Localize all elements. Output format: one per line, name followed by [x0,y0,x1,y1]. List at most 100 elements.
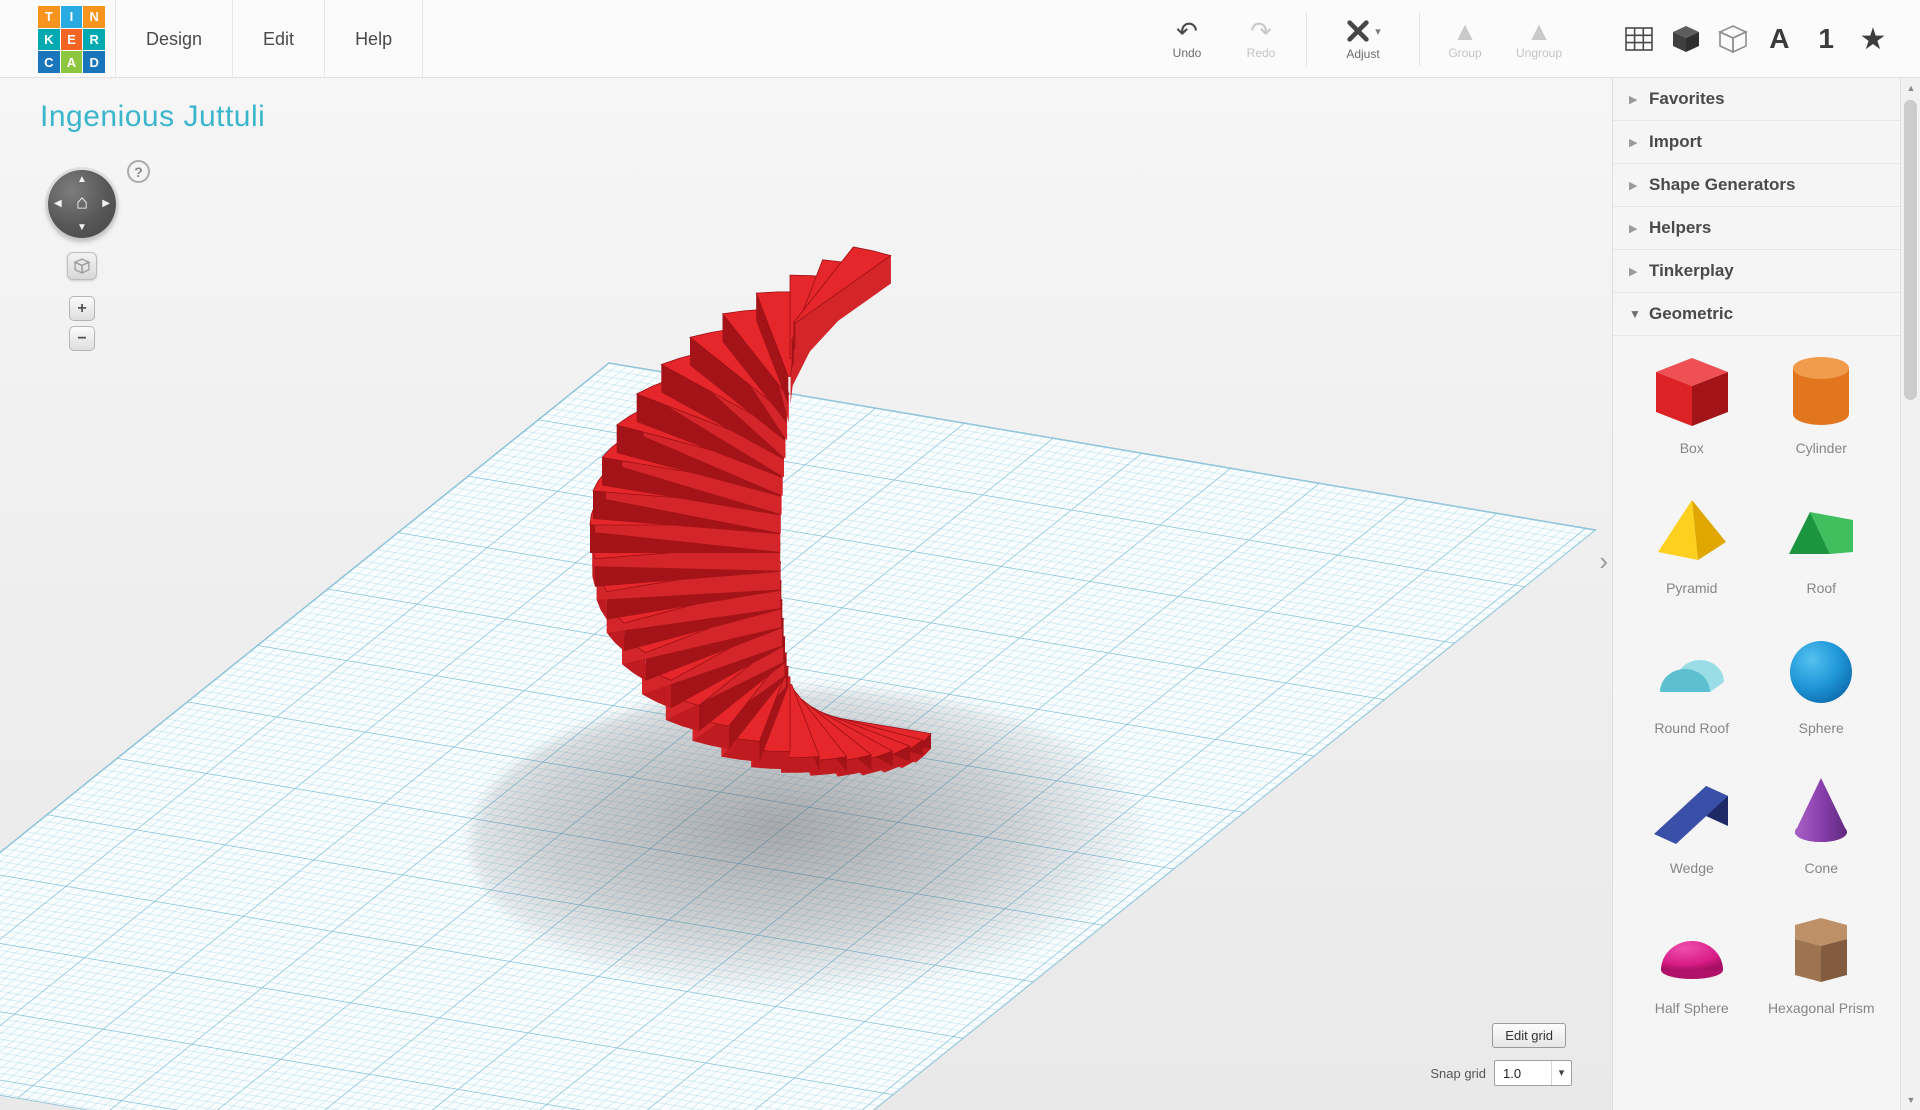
logo-tile: E [60,28,83,51]
rotate-left-icon[interactable]: ◀ [54,199,62,209]
view-cube-icon [74,258,90,274]
shape-wedge[interactable]: Wedge [1627,770,1757,876]
shape-pyramid[interactable]: Pyramid [1627,490,1757,596]
shape-label: Round Roof [1654,720,1730,736]
adjust-button[interactable]: ▾ Adjust [1315,0,1411,78]
cone-icon [1795,778,1848,842]
scroll-up-icon[interactable]: ▲ [1901,78,1920,98]
zoom-in-button[interactable]: + [69,296,95,321]
adjust-label: Adjust [1346,47,1380,61]
logo-tile: C [38,51,60,73]
group-icon: ▲ [1452,16,1478,46]
wedge-icon [1653,786,1728,844]
round-roof-icon [1659,660,1724,692]
ungroup-icon: ▲ [1526,16,1552,46]
group-button[interactable]: ▲ Group [1428,0,1502,78]
shape-roof[interactable]: Roof [1757,490,1887,596]
sidebar-collapse-handle[interactable]: › [1599,546,1608,577]
menu-design[interactable]: Design [116,0,234,78]
chevron-right-icon: ▶ [1629,265,1638,278]
rotate-right-icon[interactable]: ▶ [102,199,110,209]
shape-cylinder[interactable]: Cylinder [1757,350,1887,456]
group-label: Group [1448,46,1482,60]
logo-tile: D [83,51,105,73]
tinkercad-logo[interactable]: T I N K E R C A D [38,6,105,73]
adjust-dropdown-caret-icon: ▾ [1375,25,1381,38]
shape-cone[interactable]: Cone [1757,770,1887,876]
design-title: Ingenious Juttuli [40,100,266,133]
chevron-down-icon: ▼ [1629,307,1641,321]
sphere-icon [1790,641,1853,703]
sidebar-section-import[interactable]: ▶ Import [1613,121,1900,164]
snap-grid-select[interactable]: 1.0 ▾ [1494,1060,1572,1086]
chevron-right-icon: ▶ [1629,136,1638,149]
view-navigation-ball[interactable]: ▲ ▼ ◀ ▶ ⌂ [48,170,116,238]
dropdown-caret-icon: ▾ [1551,1061,1571,1085]
shape-hexagonal-prism[interactable]: Hexagonal Prism [1757,910,1887,1016]
tinkercad-app: T I N K E R C A D Design Edit Help ↶ Und… [0,0,1920,1110]
wireframe-view-cube-icon[interactable] [1714,19,1752,59]
shape-label: Pyramid [1666,580,1718,596]
menu-edit[interactable]: Edit [233,0,326,78]
sidebar-section-favorites[interactable]: ▶ Favorites [1613,78,1900,121]
shape-label: Half Sphere [1654,1000,1729,1016]
redo-button[interactable]: ↷ Redo [1224,0,1298,78]
number-icon[interactable]: 1 [1807,19,1845,59]
logo-tile: K [38,28,60,51]
solid-view-cube-icon[interactable] [1667,19,1705,59]
roof-icon [1789,512,1854,554]
shapes-sidebar: ▶ Favorites ▶ Import ▶ Shape Generators … [1612,78,1900,1110]
toolbar-separator [1306,12,1307,66]
shape-round-roof[interactable]: Round Roof [1627,630,1757,736]
favorites-star-icon[interactable]: ★ [1854,19,1892,59]
shape-label: Cylinder [1795,440,1847,456]
sidebar-section-geometric[interactable]: ▼ Geometric [1613,293,1900,336]
geometric-shapes-grid: Box Cylinder Pyramid Roof Round Roof Sph… [1613,336,1900,1016]
undo-label: Undo [1172,46,1202,60]
logo-tile: T [38,6,60,28]
shape-label: Box [1679,440,1704,456]
sidebar-section-helpers[interactable]: ▶ Helpers [1613,207,1900,250]
shape-half-sphere[interactable]: Half Sphere [1627,910,1757,1016]
box-icon [1655,358,1728,426]
section-label: Helpers [1649,218,1712,237]
redo-icon: ↷ [1250,16,1272,46]
section-label: Favorites [1649,89,1725,108]
pyramid-icon [1657,500,1726,560]
shape-label: Sphere [1798,720,1844,736]
snap-grid-label: Snap grid [1430,1065,1486,1081]
design-canvas[interactable]: Ingenious Juttuli ? ▲ ▼ ◀ ▶ ⌂ + − › Edit… [0,78,1612,1110]
sidebar-scrollbar[interactable]: ▲ ▼ [1900,78,1920,1110]
shape-label: Roof [1806,580,1837,596]
chevron-right-icon: ▶ [1629,179,1638,192]
edit-grid-button[interactable]: Edit grid [1492,1023,1566,1048]
help-button[interactable]: ? [127,160,150,183]
text-letter-icon[interactable]: A [1760,19,1798,59]
sidebar-section-shape-generators[interactable]: ▶ Shape Generators [1613,164,1900,207]
scroll-down-icon[interactable]: ▼ [1901,1090,1920,1110]
workplane-grid-icon[interactable] [1620,19,1658,59]
orthographic-view-button[interactable] [67,252,97,280]
menu-help[interactable]: Help [325,0,424,78]
undo-button[interactable]: ↶ Undo [1150,0,1224,78]
shape-label: Cone [1804,860,1838,876]
scrollbar-thumb[interactable] [1904,100,1917,400]
sidebar-section-tinkerplay[interactable]: ▶ Tinkerplay [1613,250,1900,293]
ungroup-button[interactable]: ▲ Ungroup [1502,0,1576,78]
chevron-right-icon: ▶ [1629,93,1638,106]
section-label: Import [1649,132,1702,151]
section-label: Tinkerplay [1649,261,1734,280]
shape-sphere[interactable]: Sphere [1757,630,1887,736]
spiral-staircase-model[interactable] [0,78,1612,1110]
rotate-up-icon[interactable]: ▲ [77,175,87,185]
rotate-down-icon[interactable]: ▼ [77,223,87,233]
half-sphere-icon [1660,941,1723,979]
section-label: Geometric [1649,304,1734,323]
view-toolbar: A 1 ★ [1620,0,1892,78]
shape-box[interactable]: Box [1627,350,1757,456]
zoom-out-button[interactable]: − [69,326,95,351]
home-view-icon[interactable]: ⌂ [76,192,88,215]
shape-label: Wedge [1669,860,1714,876]
edit-toolbar: ↶ Undo ↷ Redo ▾ Adjust ▲ Group ▲ Ungroup [1150,0,1576,78]
chevron-right-icon: ▶ [1629,222,1638,235]
